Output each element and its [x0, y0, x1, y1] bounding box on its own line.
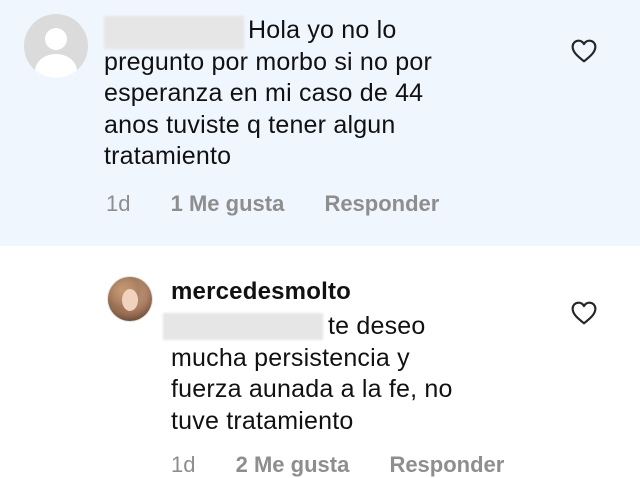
- avatar-shoulders-shape: [35, 54, 77, 78]
- comment-time: 1d: [171, 452, 196, 477]
- comment-time: 1d: [106, 191, 131, 216]
- reply-comment-text: te deseo mucha persistencia y fuerza aunad…: [171, 311, 453, 437]
- comment-meta: 1d 1 Me gusta Responder: [106, 191, 473, 217]
- comment-line: fuerza aunada a la fe, no: [171, 375, 453, 403]
- user-avatar-default[interactable]: [24, 14, 88, 78]
- comment-line: pregunto por morbo si no por: [104, 47, 433, 76]
- avatar-face-shape: [122, 289, 138, 311]
- comment-line: te deseo: [328, 312, 426, 340]
- heart-outline-icon[interactable]: [571, 301, 597, 325]
- profile-photo-avatar[interactable]: [108, 277, 152, 321]
- comment-line: esperanza en mi caso de 44: [104, 79, 424, 107]
- comment-line: tratamiento: [104, 142, 232, 170]
- reply-button[interactable]: Responder: [324, 191, 439, 217]
- reply-button[interactable]: Responder: [389, 452, 504, 478]
- reply-meta: 1d 2 Me gusta Responder: [171, 452, 538, 478]
- comment-line: mucha persistencia y: [171, 343, 410, 372]
- comment-line: Hola yo no lo: [248, 16, 397, 44]
- comment-line: tuve tratamiento: [171, 406, 354, 435]
- comment-text: Hola yo no lo pregunto por morbo si no po…: [104, 15, 432, 173]
- comment-username[interactable]: mercedesmolto: [171, 278, 351, 306]
- avatar-head-shape: [45, 28, 67, 50]
- comment-line: anos tuviste q tener algun: [104, 110, 396, 139]
- comment-item: Hola yo no lo pregunto por morbo si no po…: [0, 0, 640, 246]
- likes-count-link[interactable]: 2 Me gusta: [236, 452, 350, 478]
- likes-count-link[interactable]: 1 Me gusta: [171, 191, 285, 217]
- heart-outline-icon[interactable]: [571, 39, 597, 63]
